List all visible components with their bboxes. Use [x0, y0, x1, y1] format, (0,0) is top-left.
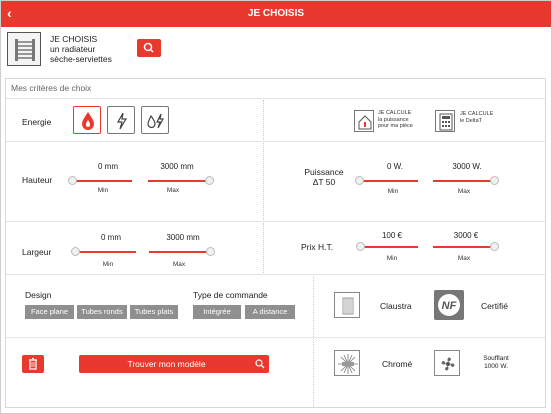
prix-max-slider[interactable] [433, 246, 495, 248]
largeur-max-knob[interactable] [206, 247, 215, 256]
hauteur-max-value: 3000 mm [160, 162, 194, 171]
fan-heater-icon[interactable] [434, 350, 460, 376]
drop-icon [82, 112, 94, 130]
tag-integree[interactable]: Intégrée [193, 305, 241, 319]
prix-min-knob[interactable] [356, 242, 365, 251]
header-bar: ‹ JE CHOISIS [1, 1, 551, 27]
tag-a-distance[interactable]: A distance [245, 305, 295, 319]
choose-text: JE CHOISIS un radiateur sèche-serviettes [50, 34, 112, 64]
search-icon [143, 42, 154, 53]
hauteur-min-label: Min [97, 187, 109, 194]
puissance-min-value: 0 W. [386, 162, 403, 171]
divider [6, 141, 545, 142]
calc-power-text[interactable]: JE CALCULE la puissance pour ma pièce [378, 110, 413, 130]
calc-delta-line-2: le DeltaT [460, 117, 483, 124]
tag-face-plane[interactable]: Face plane [25, 305, 74, 319]
hauteur-min-slider[interactable] [72, 180, 132, 182]
energy-mixed-button[interactable] [141, 106, 169, 134]
largeur-min-slider[interactable] [76, 251, 136, 253]
hauteur-max-slider[interactable] [148, 180, 210, 182]
prix-min-slider[interactable] [360, 246, 418, 248]
divider [6, 337, 313, 338]
energie-label: Energie [22, 117, 52, 127]
divider [6, 274, 545, 275]
drop-lightning-icon [147, 113, 165, 129]
divider [314, 337, 545, 338]
calc-delta-line-1: JE CALCULE [460, 111, 494, 117]
certifie-label: Certifié [481, 301, 508, 311]
hauteur-min-knob[interactable] [68, 176, 77, 185]
trash-icon [29, 357, 37, 370]
tag-tubes-ronds[interactable]: Tubes ronds [77, 305, 127, 319]
calculator-icon[interactable] [435, 110, 455, 132]
prix-max-knob[interactable] [490, 242, 499, 251]
commande-label: Type de commande [193, 290, 268, 300]
choose-line-3: sèche-serviettes [50, 54, 112, 64]
chrome-label: Chromé [382, 359, 413, 369]
prix-max-label: Max [457, 255, 471, 262]
divider [263, 143, 264, 220]
divider [6, 221, 545, 222]
puissance-min-label: Min [387, 188, 399, 195]
puissance-min-slider[interactable] [360, 180, 418, 182]
nf-certifie-icon[interactable]: NF [434, 290, 464, 320]
energy-water-button[interactable] [73, 106, 101, 134]
lightning-icon [116, 112, 128, 130]
divider [6, 98, 545, 99]
claustra-icon[interactable] [334, 292, 360, 318]
criteria-title: Mes critères de choix [11, 83, 92, 93]
puissance-label-line-2: ΔT 50 [312, 177, 336, 187]
largeur-max-slider[interactable] [149, 251, 211, 253]
calc-delta-text[interactable]: JE CALCULE le DeltaT [460, 111, 493, 124]
page-title: JE CHOISIS [247, 8, 305, 19]
search-icon [255, 359, 265, 369]
choose-line-2: un radiateur [50, 44, 96, 54]
chrome-icon[interactable] [334, 350, 360, 376]
claustra-label: Claustra [380, 301, 412, 311]
largeur-min-knob[interactable] [71, 247, 80, 256]
find-model-button[interactable]: Trouver mon modèle [79, 355, 269, 373]
soufflant-line-2: 1000 W. [484, 363, 508, 370]
reset-button[interactable] [22, 355, 44, 373]
largeur-label: Largeur [22, 247, 52, 257]
puissance-max-value: 3000 W. [452, 162, 482, 171]
largeur-min-label: Min [102, 261, 114, 268]
soufflant-label: Soufflant 1000 W. [481, 355, 511, 371]
divider [313, 276, 314, 407]
hauteur-label: Hauteur [22, 175, 53, 185]
find-model-label: Trouver mon modèle [127, 359, 206, 369]
largeur-min-value: 0 mm [101, 233, 121, 242]
puissance-label: Puissance ΔT 50 [304, 167, 344, 187]
calc-power-line-3: pour ma pièce [378, 123, 413, 129]
soufflant-line-1: Soufflant [483, 355, 509, 362]
calc-power-line-1: JE CALCULE [378, 110, 412, 116]
divider [263, 100, 264, 140]
prix-max-value: 3000 € [453, 231, 479, 240]
divider [263, 223, 264, 273]
puissance-label-line-1: Puissance [304, 167, 344, 177]
nf-badge-text: NF [442, 300, 457, 312]
puissance-max-knob[interactable] [490, 176, 499, 185]
largeur-max-label: Max [172, 261, 186, 268]
prix-label: Prix H.T. [301, 242, 334, 252]
choose-line-1: JE CHOISIS [50, 34, 98, 44]
house-thermometer-icon[interactable] [354, 110, 374, 132]
tag-tubes-plats[interactable]: Tubes plats [130, 305, 178, 319]
largeur-max-value: 3000 mm [166, 233, 200, 242]
prix-min-value: 100 € [381, 231, 403, 240]
radiator-icon[interactable] [7, 32, 41, 66]
puissance-min-knob[interactable] [355, 176, 364, 185]
search-button[interactable] [137, 39, 161, 57]
energy-electric-button[interactable] [107, 106, 135, 134]
prix-min-label: Min [386, 255, 398, 262]
hauteur-max-label: Max [166, 187, 180, 194]
puissance-max-slider[interactable] [433, 180, 495, 182]
puissance-max-label: Max [457, 188, 471, 195]
hauteur-max-knob[interactable] [205, 176, 214, 185]
hauteur-min-value: 0 mm [98, 162, 118, 171]
design-label: Design [25, 290, 52, 300]
